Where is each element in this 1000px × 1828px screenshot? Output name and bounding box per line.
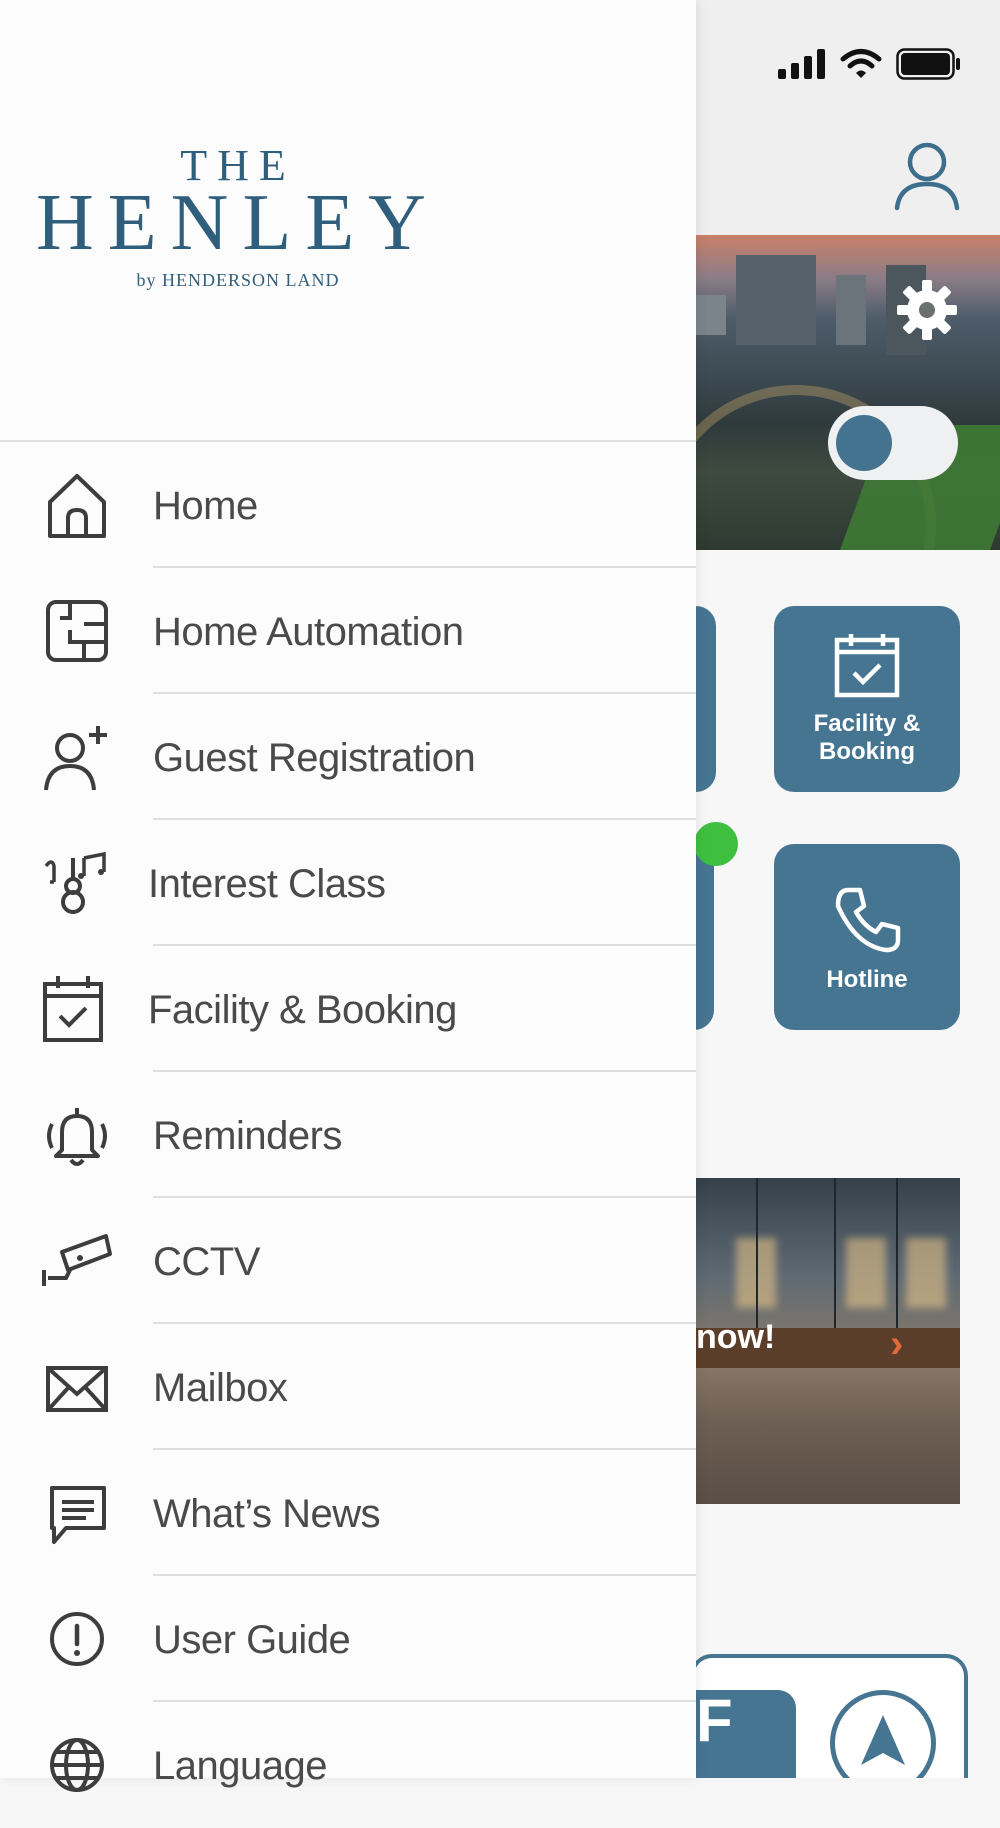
menu-label-mailbox: Mailbox [153, 1366, 288, 1410]
menu-label-user-guide: User Guide [153, 1618, 351, 1662]
gear-icon [897, 280, 957, 340]
exclamation-circle-icon [50, 1612, 104, 1666]
menu-item-home-automation[interactable]: Home Automation [0, 568, 696, 694]
logo-byline: by HENDERSON LAND [136, 270, 340, 290]
mode-toggle-switch[interactable] [828, 406, 958, 480]
side-menu-drawer: THE HENLEY by HENDERSON LAND Home Home A… [0, 0, 696, 1792]
wifi-icon [840, 49, 882, 78]
envelope-icon [46, 1366, 108, 1412]
promo-text: now! [696, 1318, 776, 1356]
menu-label-cctv: CCTV [153, 1240, 260, 1284]
menu-item-mailbox[interactable]: Mailbox [0, 1324, 696, 1450]
bottom-tile[interactable]: F [690, 1687, 796, 1778]
brand-logo: THE HENLEY by HENDERSON LAND [0, 0, 696, 440]
menu-item-cctv[interactable]: CCTV [0, 1198, 696, 1324]
hotline-tile[interactable]: Hotline [774, 844, 960, 1030]
menu-label-whats-news: What’s News [153, 1492, 381, 1536]
menu-item-reminders[interactable]: Reminders [0, 1072, 696, 1198]
menu-item-user-guide[interactable]: User Guide [0, 1576, 696, 1702]
battery-icon [896, 48, 960, 80]
menu-item-facility-booking[interactable]: Facility & Booking [0, 946, 696, 1072]
facility-booking-label-1: Facility & [813, 710, 921, 737]
menu-label-guest-registration: Guest Registration [153, 736, 476, 780]
menu-label-facility-booking: Facility & Booking [148, 988, 457, 1032]
calendar-check-icon [43, 976, 103, 1042]
settings-gear-button[interactable] [895, 278, 959, 342]
music-guitar-icon [44, 851, 106, 914]
facility-booking-label-2: Booking [819, 738, 915, 765]
toggle-knob [836, 415, 892, 471]
menu-label-home: Home [153, 484, 258, 528]
home-icon [48, 474, 106, 538]
menu-item-guest-registration[interactable]: Guest Registration [0, 694, 696, 820]
phone-icon [835, 887, 901, 953]
calendar-check-icon [834, 634, 900, 698]
profile-button[interactable] [892, 140, 962, 212]
menu-label-interest-class: Interest Class [148, 862, 386, 906]
hotline-label: Hotline [826, 966, 908, 993]
menu-label-language: Language [153, 1744, 327, 1788]
menu-item-whats-news[interactable]: What’s News [0, 1450, 696, 1576]
chevron-right-icon[interactable]: › [890, 1322, 903, 1367]
notification-dot [694, 822, 738, 866]
facility-booking-tile[interactable]: Facility & Booking [774, 606, 960, 792]
chat-bubble-icon [50, 1486, 106, 1544]
globe-icon [50, 1738, 104, 1792]
menu-item-home[interactable]: Home [0, 442, 696, 568]
menu-label-home-automation: Home Automation [153, 610, 464, 654]
ringing-bell-icon [47, 1108, 107, 1166]
cellular-signal-icon [778, 49, 825, 79]
bottom-tile-letter: F [696, 1687, 733, 1754]
add-user-icon [44, 726, 107, 791]
logo-main: HENLEY [36, 179, 440, 267]
menu-label-reminders: Reminders [153, 1114, 342, 1158]
user-profile-icon [894, 142, 960, 211]
menu-item-interest-class[interactable]: Interest Class [0, 820, 696, 946]
navigation-arrow-icon [861, 1715, 905, 1765]
menu-item-language[interactable]: Language [0, 1702, 696, 1828]
floorplan-icon [46, 600, 108, 662]
cctv-camera-icon [42, 1234, 112, 1286]
